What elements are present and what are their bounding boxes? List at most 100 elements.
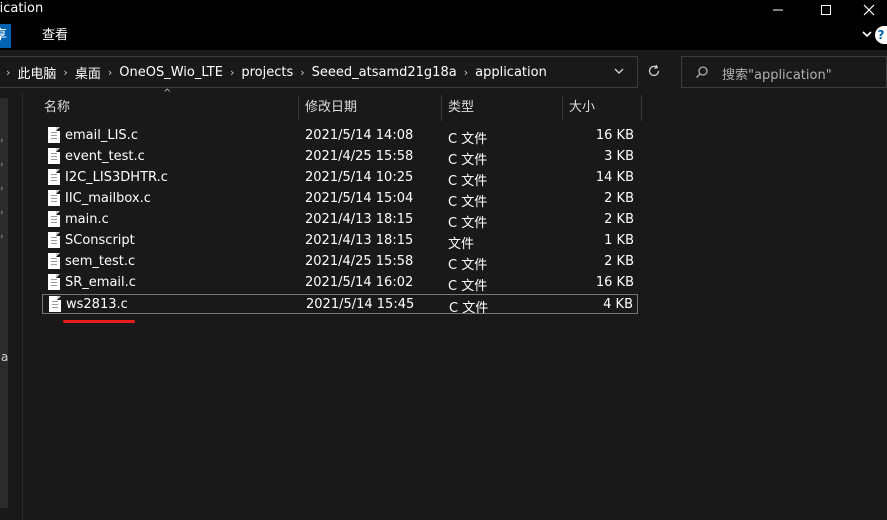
- search-input[interactable]: 搜索"application": [722, 64, 832, 83]
- ribbon: 享 查看 ?: [0, 22, 887, 50]
- chevron-down-icon: [614, 68, 624, 74]
- column-header-type[interactable]: 类型: [448, 95, 474, 121]
- file-name: email_LIS.c: [65, 128, 138, 143]
- file-size: 2 KB: [604, 212, 634, 227]
- expand-arrow-icon[interactable]: ›: [0, 232, 4, 242]
- file-type: C 文件: [448, 279, 488, 294]
- refresh-icon: [648, 64, 660, 77]
- chevron-down-icon: [862, 31, 872, 38]
- nav-item-label: a: [1, 350, 9, 364]
- file-icon: [48, 148, 60, 164]
- file-modified: 2021/5/14 10:25: [305, 170, 414, 185]
- file-modified: 2021/4/25 15:58: [305, 149, 414, 164]
- file-row[interactable]: sem_test.c 2021/4/25 15:58 C 文件 2 KB: [42, 252, 638, 273]
- chevron-right-icon[interactable]: ›: [108, 66, 112, 79]
- file-row[interactable]: email_LIS.c 2021/5/14 14:08 C 文件 16 KB: [42, 126, 638, 147]
- file-icon: [48, 232, 60, 248]
- file-name: ws2813.c: [66, 297, 128, 312]
- breadcrumb-desktop[interactable]: 桌面: [75, 63, 101, 82]
- file-type: C 文件: [449, 301, 489, 316]
- file-type: C 文件: [448, 258, 488, 273]
- file-name: SR_email.c: [65, 275, 136, 290]
- file-modified: 2021/5/14 15:04: [305, 191, 414, 206]
- file-name: SConscript: [65, 233, 135, 248]
- column-divider[interactable]: [298, 95, 299, 121]
- help-icon[interactable]: ?: [875, 26, 887, 44]
- file-type: C 文件: [448, 174, 488, 189]
- address-bar-row: › 此电脑 › 桌面 › OneOS_Wio_LTE › projects › …: [0, 50, 887, 92]
- breadcrumb: › 此电脑 › 桌面 › OneOS_Wio_LTE › projects › …: [0, 57, 547, 87]
- file-modified: 2021/5/14 15:45: [306, 297, 415, 312]
- file-type: C 文件: [448, 216, 488, 231]
- file-type: C 文件: [448, 195, 488, 210]
- sort-ascending-icon: ^: [163, 88, 172, 99]
- chevron-right-icon[interactable]: ›: [63, 66, 67, 79]
- expand-arrow-icon[interactable]: ›: [0, 136, 4, 146]
- column-header-size[interactable]: 大小: [569, 95, 595, 121]
- file-type: C 文件: [448, 153, 488, 168]
- search-icon: [696, 66, 708, 78]
- expand-arrow-icon[interactable]: ›: [0, 184, 4, 194]
- refresh-button[interactable]: [641, 56, 667, 86]
- file-type: C 文件: [448, 132, 488, 147]
- navigation-pane: › › › › › a: [0, 92, 23, 520]
- file-size: 2 KB: [604, 191, 634, 206]
- column-divider[interactable]: [562, 95, 563, 121]
- file-row[interactable]: SConscript 2021/4/13 18:15 文件 1 KB: [42, 231, 638, 252]
- address-history-button[interactable]: [613, 64, 625, 81]
- file-row[interactable]: main.c 2021/4/13 18:15 C 文件 2 KB: [42, 210, 638, 231]
- chevron-right-icon[interactable]: ›: [6, 66, 10, 79]
- file-row[interactable]: event_test.c 2021/4/25 15:58 C 文件 3 KB: [42, 147, 638, 168]
- file-size: 2 KB: [604, 254, 634, 269]
- maximize-button[interactable]: [808, 0, 844, 20]
- file-size: 3 KB: [604, 149, 634, 164]
- file-type: 文件: [448, 237, 475, 252]
- file-size: 16 KB: [595, 128, 634, 143]
- column-header-modified[interactable]: 修改日期: [305, 95, 357, 121]
- file-row[interactable]: ws2813.c 2021/5/14 15:45 C 文件 4 KB: [42, 294, 638, 316]
- breadcrumb-projects[interactable]: projects: [241, 65, 293, 80]
- file-name: main.c: [65, 212, 109, 227]
- file-icon: [48, 127, 60, 143]
- file-size: 4 KB: [603, 297, 633, 312]
- expand-ribbon-button[interactable]: [861, 28, 873, 44]
- chevron-right-icon[interactable]: ›: [464, 66, 468, 79]
- close-button[interactable]: [851, 0, 887, 20]
- column-header-name[interactable]: 名称: [44, 95, 70, 121]
- breadcrumb-oneos[interactable]: OneOS_Wio_LTE: [119, 65, 223, 80]
- file-name: sem_test.c: [65, 254, 136, 269]
- breadcrumb-this-pc[interactable]: 此电脑: [17, 63, 56, 82]
- file-name: event_test.c: [65, 149, 145, 164]
- red-underline-annotation: [63, 320, 135, 323]
- column-divider[interactable]: [641, 95, 642, 121]
- breadcrumb-application[interactable]: application: [475, 65, 547, 80]
- file-modified: 2021/4/25 15:58: [305, 254, 414, 269]
- file-modified: 2021/5/14 14:08: [305, 128, 414, 143]
- search-box[interactable]: 搜索"application": [681, 56, 887, 88]
- chevron-right-icon[interactable]: ›: [300, 66, 304, 79]
- file-size: 14 KB: [595, 170, 634, 185]
- window-title: lication: [0, 1, 44, 16]
- file-modified: 2021/5/14 16:02: [305, 275, 414, 290]
- file-icon: [48, 253, 60, 269]
- minimize-button[interactable]: [760, 0, 796, 20]
- file-row[interactable]: IIC_mailbox.c 2021/5/14 15:04 C 文件 2 KB: [42, 189, 638, 210]
- file-icon: [48, 274, 60, 290]
- file-size: 1 KB: [604, 233, 634, 248]
- file-modified: 2021/4/13 18:15: [305, 233, 414, 248]
- file-name: I2C_LIS3DHTR.c: [65, 170, 168, 185]
- tab-view[interactable]: 查看: [42, 24, 68, 48]
- file-name: IIC_mailbox.c: [65, 191, 151, 206]
- file-modified: 2021/4/13 18:15: [305, 212, 414, 227]
- tab-share[interactable]: 享: [0, 24, 12, 48]
- chevron-right-icon[interactable]: ›: [230, 66, 234, 79]
- column-divider[interactable]: [441, 95, 442, 121]
- address-bar[interactable]: › 此电脑 › 桌面 › OneOS_Wio_LTE › projects › …: [0, 56, 638, 88]
- expand-arrow-icon[interactable]: ›: [0, 208, 4, 218]
- title-bar: lication: [0, 0, 887, 22]
- file-row[interactable]: SR_email.c 2021/5/14 16:02 C 文件 16 KB: [42, 273, 638, 294]
- expand-arrow-icon[interactable]: ›: [0, 160, 4, 170]
- breadcrumb-seeed[interactable]: Seeed_atsamd21g18a: [312, 65, 457, 80]
- file-row[interactable]: I2C_LIS3DHTR.c 2021/5/14 10:25 C 文件 14 KB: [42, 168, 638, 189]
- file-icon: [48, 211, 60, 227]
